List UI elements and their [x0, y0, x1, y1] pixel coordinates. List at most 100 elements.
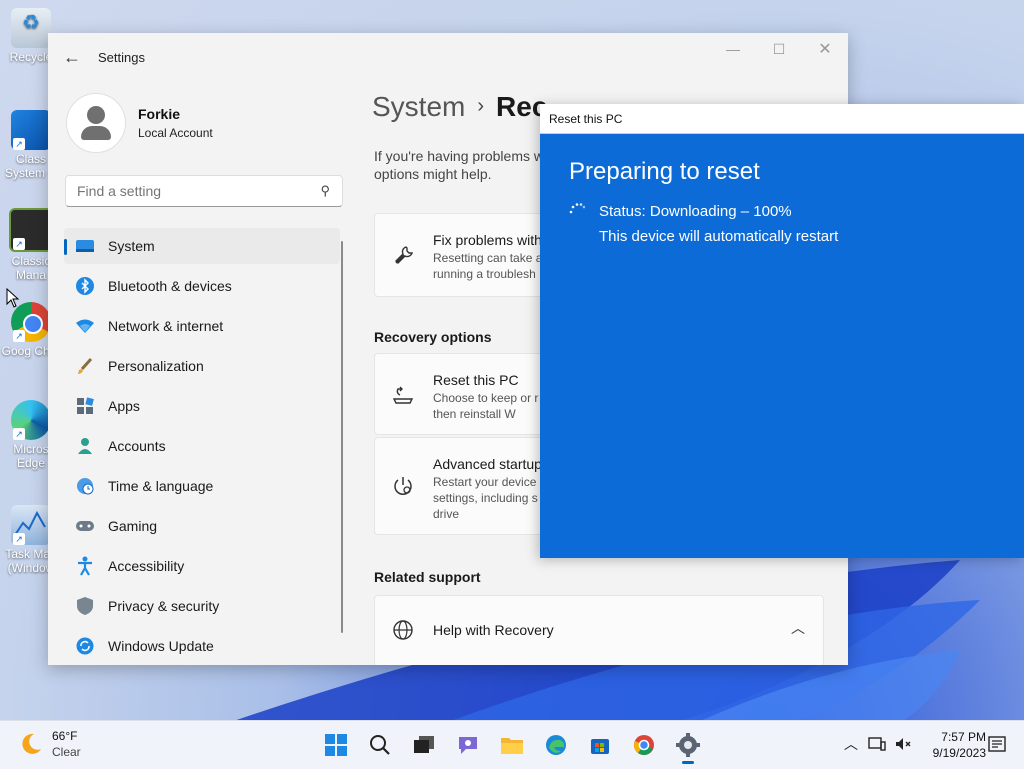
sidebar-item-personalization[interactable]: Personalization: [64, 348, 340, 384]
profile-type: Local Account: [138, 126, 213, 140]
accessibility-icon: [75, 556, 95, 576]
sidebar-item-system[interactable]: System: [64, 228, 340, 264]
sidebar-item-label: Privacy & security: [108, 598, 220, 614]
sidebar-item-windows-update[interactable]: Windows Update: [64, 628, 340, 664]
chrome-icon: [634, 735, 654, 755]
globe-icon: [391, 618, 415, 642]
store-icon: [591, 739, 609, 754]
system-tray: ︿: [838, 729, 916, 759]
maximize-button[interactable]: ☐: [756, 33, 802, 65]
brush-icon: [75, 356, 95, 376]
start-button[interactable]: [314, 725, 358, 765]
folder-icon: [501, 738, 523, 754]
card-title: Advanced startup: [433, 456, 542, 472]
search-icon: ⚲: [320, 183, 330, 198]
network-icon: [75, 316, 95, 336]
help-with-recovery-card[interactable]: Help with Recovery ︿: [374, 595, 824, 665]
reset-pc-dialog: Reset this PC Preparing to reset Status:…: [540, 104, 1024, 558]
network-status-icon: [868, 737, 886, 751]
task-manager-icon: ↗: [11, 505, 51, 545]
apps-icon: [75, 396, 95, 416]
volume-muted-icon: [896, 738, 911, 750]
reset-status: Status: Downloading – 100%: [599, 203, 792, 220]
network-status-button[interactable]: [864, 729, 890, 759]
card-title: Fix problems with: [433, 232, 542, 248]
recycle-bin-icon: ♻: [11, 8, 51, 48]
sidebar-item-gaming[interactable]: Gaming: [64, 508, 340, 544]
task-manager-classic-icon: ↗: [9, 208, 53, 252]
sidebar-item-label: Time & language: [108, 478, 214, 494]
advanced-startup-icon: [391, 474, 415, 498]
breadcrumb-parent[interactable]: System: [372, 91, 465, 122]
reset-note: This device will automatically restart: [599, 228, 839, 245]
search-box[interactable]: ⚲: [65, 175, 343, 207]
store-button[interactable]: [578, 725, 622, 765]
nav-scrollbar[interactable]: [341, 241, 343, 633]
sidebar-item-label: Gaming: [108, 518, 158, 534]
chrome-button[interactable]: [622, 725, 666, 765]
sidebar-item-time-language[interactable]: Time & language: [64, 468, 340, 504]
card-title: Help with Recovery: [433, 622, 554, 638]
bluetooth-icon: [75, 276, 95, 296]
title-bar: ← Settings — ☐ ✕: [48, 33, 848, 81]
chevron-up-icon[interactable]: ︿: [791, 618, 805, 638]
sidebar-item-accounts[interactable]: Accounts: [64, 428, 340, 464]
app-title: Settings: [98, 49, 145, 65]
update-icon: [75, 636, 95, 656]
windows-logo-icon: [325, 734, 347, 756]
loading-spinner-icon: [569, 203, 585, 214]
gamepad-icon: [75, 516, 95, 536]
sidebar-item-bluetooth[interactable]: Bluetooth & devices: [64, 268, 340, 304]
sidebar-item-label: Accounts: [108, 438, 166, 454]
chat-button[interactable]: [446, 725, 490, 765]
sidebar-item-label: Apps: [108, 398, 140, 414]
weather-condition: Clear: [52, 745, 81, 759]
profile-name: Forkie: [138, 106, 181, 122]
mouse-cursor-icon: [6, 288, 20, 308]
profile[interactable]: Forkie Local Account: [66, 93, 213, 153]
related-support-heading: Related support: [374, 569, 481, 585]
notifications-button[interactable]: [986, 735, 1008, 755]
back-button[interactable]: ←: [52, 37, 92, 77]
notification-icon: [988, 736, 1006, 752]
search-input[interactable]: [75, 182, 309, 200]
sidebar-item-label: Bluetooth & devices: [108, 278, 232, 294]
reset-pc-icon: [391, 382, 415, 406]
sidebar-item-apps[interactable]: Apps: [64, 388, 340, 424]
weather-temp: 66°F: [52, 729, 78, 743]
search-icon: [370, 735, 390, 755]
minimize-button[interactable]: —: [710, 33, 756, 65]
back-arrow-icon: ←: [63, 46, 81, 67]
sidebar-item-network[interactable]: Network & internet: [64, 308, 340, 344]
dialog-title-bar: Reset this PC: [540, 104, 1024, 134]
chrome-icon: ↗: [11, 302, 51, 342]
avatar: [66, 93, 126, 153]
sidebar-item-accessibility[interactable]: Accessibility: [64, 548, 340, 584]
volume-button[interactable]: [890, 729, 916, 759]
sidebar-item-privacy[interactable]: Privacy & security: [64, 588, 340, 624]
sidebar-nav: System Bluetooth & devices Network & int…: [64, 228, 340, 665]
page-title: System › Rec: [372, 91, 547, 123]
task-view-icon: [414, 736, 434, 753]
edge-icon: ↗: [11, 400, 51, 440]
show-hidden-icons-button[interactable]: ︿: [838, 729, 864, 759]
system-icon: [75, 236, 95, 256]
clock-date: 9/19/2023: [932, 746, 986, 760]
weather-widget[interactable]: 66°F Clear: [18, 729, 81, 759]
wrench-icon: [391, 243, 415, 267]
control-panel-icon: ↗: [11, 110, 51, 150]
sidebar-item-label: Accessibility: [108, 558, 185, 574]
sidebar-item-label: Network & internet: [108, 318, 224, 334]
taskbar: 66°F Clear ︿ 7:57 PM 9/19/2023: [0, 720, 1024, 769]
clock[interactable]: 7:57 PM 9/19/2023: [916, 729, 986, 761]
sidebar-item-label: Personalization: [108, 358, 204, 374]
task-view-button[interactable]: [402, 725, 446, 765]
close-button[interactable]: ✕: [802, 33, 848, 65]
chat-icon: [459, 737, 477, 754]
edge-button[interactable]: [534, 725, 578, 765]
file-explorer-button[interactable]: [490, 725, 534, 765]
gear-icon: [676, 733, 700, 757]
settings-button[interactable]: [666, 725, 710, 765]
search-button[interactable]: [358, 725, 402, 765]
dialog-title: Reset this PC: [549, 111, 623, 126]
